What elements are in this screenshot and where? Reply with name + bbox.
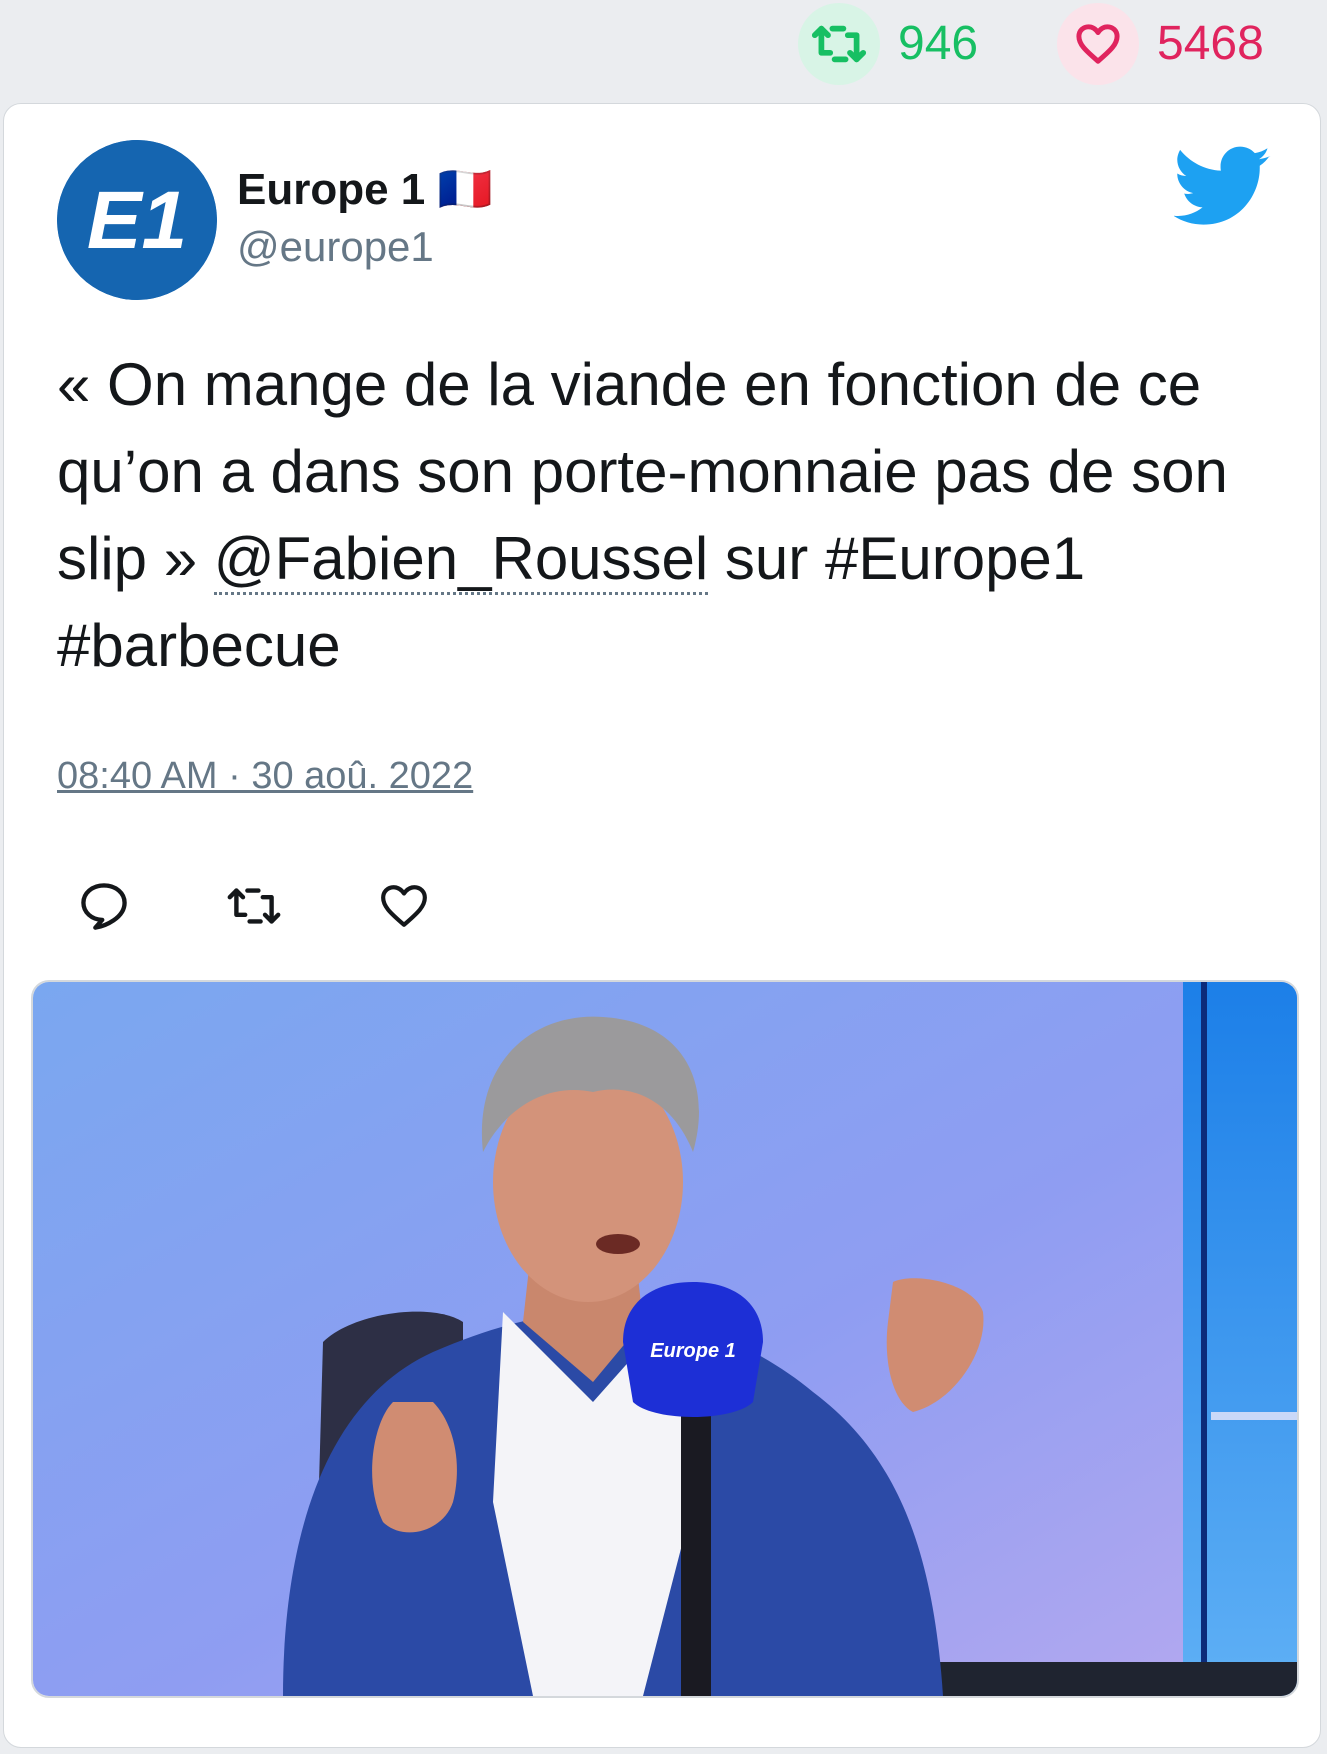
heart-icon[interactable] [1057,3,1139,85]
tweet-actions [74,876,524,936]
studio-frame [1201,982,1207,1696]
mouth [596,1234,640,1254]
retweet-stat[interactable]: 946 [798,3,979,85]
tweet-text: « On mange de la viande en fonction de c… [57,341,1277,689]
mention-link[interactable]: @Fabien_Roussel [213,525,709,595]
like-stat[interactable]: 5468 [1057,3,1264,85]
twitter-bird-icon[interactable] [1173,146,1272,228]
studio-screen [1183,982,1297,1696]
tweet-card: E1 Europe 1 🇫🇷 @europe1 « On mange de la… [3,103,1321,1748]
retweet-icon[interactable] [798,3,880,85]
display-name[interactable]: Europe 1 🇫🇷 [237,165,492,214]
reply-icon[interactable] [74,876,134,936]
studio-shelf [1211,1412,1297,1420]
user-handle[interactable]: @europe1 [237,223,434,270]
like-count: 5468 [1157,17,1264,70]
avatar-logo-text: E1 [87,175,187,266]
mic-label: Europe 1 [650,1340,736,1362]
mic-stand [681,1382,711,1696]
tweet-timestamp[interactable]: 08:40 AM · 30 aoû. 2022 [57,755,473,798]
like-action-icon[interactable] [374,876,434,936]
retweet-action-icon[interactable] [224,876,284,936]
engagement-stats: 946 5468 [0,0,1327,98]
left-hand [372,1402,457,1533]
retweet-count: 946 [898,17,979,70]
avatar[interactable]: E1 [57,140,217,300]
tweet-media-photo[interactable]: Europe 1 [31,980,1299,1698]
